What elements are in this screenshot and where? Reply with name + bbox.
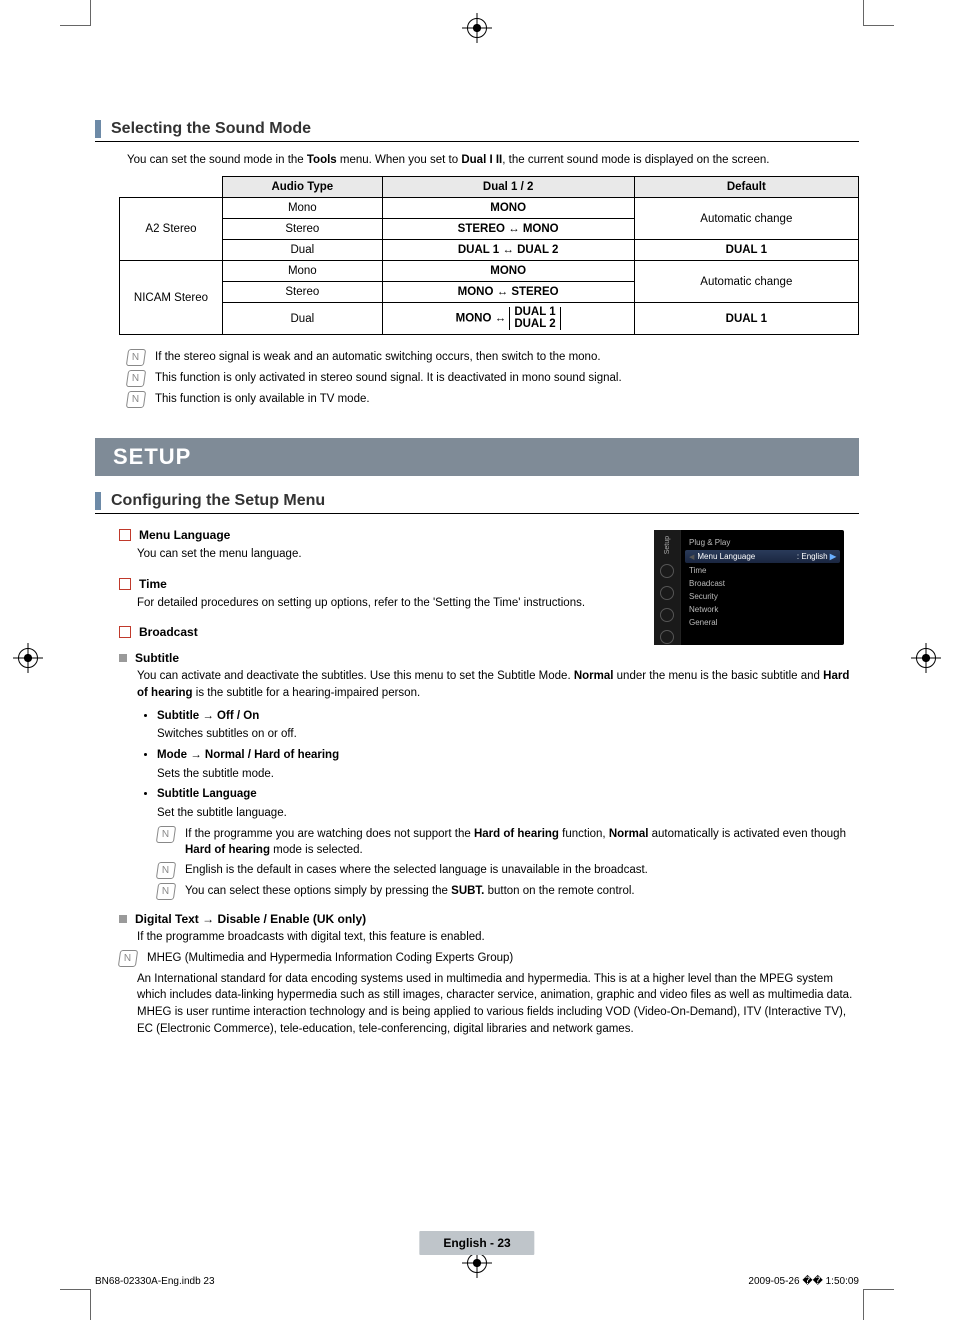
- heading-text: Configuring the Setup Menu: [111, 492, 325, 510]
- note-body: An International standard for data encod…: [137, 971, 859, 1038]
- note-line: N This function is only activated in ste…: [127, 370, 859, 387]
- heading-text: Selecting the Sound Mode: [111, 120, 311, 138]
- osd-side-icon: [660, 586, 674, 600]
- heading-bar-icon: [95, 492, 101, 510]
- item-desc: You can activate and deactivate the subt…: [137, 668, 859, 701]
- item-heading: Digital Text → Disable / Enable (UK only…: [119, 912, 859, 926]
- table-row: A2 Stereo Mono MONO Automatic change: [120, 198, 859, 219]
- note-line: N If the stereo signal is weak and an au…: [127, 349, 859, 366]
- section-heading: Selecting the Sound Mode: [95, 120, 859, 142]
- osd-side-icon: [660, 608, 674, 622]
- square-bullet-icon: [119, 626, 131, 638]
- note-icon: N: [156, 862, 176, 879]
- item-desc: If the programme broadcasts with digital…: [137, 929, 859, 946]
- note-line: N You can select these options simply by…: [157, 883, 859, 900]
- osd-side-icon: [660, 564, 674, 578]
- square-bullet-icon: [119, 529, 131, 541]
- footer-filename: BN68-02330A-Eng.indb 23: [95, 1276, 215, 1287]
- page-number: English - 23: [419, 1231, 534, 1255]
- section-heading: Configuring the Setup Menu: [95, 492, 859, 514]
- list-item: Subtitle → Off / On Switches subtitles o…: [157, 708, 859, 743]
- grey-square-icon: [119, 654, 127, 662]
- osd-row: General: [689, 616, 836, 629]
- note-line: N MHEG (Multimedia and Hypermedia Inform…: [119, 950, 859, 967]
- osd-side-icon: [660, 630, 674, 644]
- sound-mode-table: Audio Type Dual 1 / 2 Default A2 Stereo …: [119, 176, 859, 335]
- bullet-list: Subtitle → Off / On Switches subtitles o…: [157, 708, 859, 900]
- registration-mark-icon: [18, 648, 38, 668]
- crop-mark-icon: [863, 0, 894, 26]
- note-icon: N: [126, 349, 146, 366]
- table-row: NICAM Stereo Mono MONO Automatic change: [120, 261, 859, 282]
- table-header: Dual 1 / 2: [382, 177, 634, 198]
- osd-row: Time: [689, 564, 836, 577]
- note-icon: N: [126, 391, 146, 408]
- chapter-banner: SETUP: [95, 438, 859, 476]
- section-intro: You can set the sound mode in the Tools …: [127, 152, 859, 168]
- note-icon: N: [126, 370, 146, 387]
- grey-square-icon: [119, 915, 127, 923]
- table-header: Default: [634, 177, 858, 198]
- registration-mark-icon: [916, 648, 936, 668]
- osd-preview: Setup Plug & Play ◀Menu Language : Engli…: [654, 530, 844, 645]
- table-row: Dual DUAL 1 ↔ DUAL 2 DUAL 1: [120, 240, 859, 261]
- table-row: Dual MONO ↔ DUAL 1DUAL 2 DUAL 1: [120, 303, 859, 335]
- note-line: N If the programme you are watching does…: [157, 826, 859, 858]
- crop-mark-icon: [863, 1289, 894, 1320]
- registration-mark-icon: [467, 18, 487, 38]
- note-line: N This function is only available in TV …: [127, 391, 859, 408]
- footer-timestamp: 2009-05-26 �� 1:50:09: [748, 1276, 859, 1287]
- osd-row: Plug & Play: [689, 536, 836, 549]
- square-bullet-icon: [119, 578, 131, 590]
- note-icon: N: [118, 950, 138, 967]
- registration-mark-icon: [467, 1253, 487, 1273]
- list-item: Subtitle Language Set the subtitle langu…: [157, 786, 859, 900]
- note-icon: N: [156, 826, 176, 843]
- section-notes: N If the stereo signal is weak and an au…: [127, 349, 859, 408]
- heading-bar-icon: [95, 120, 101, 138]
- crop-mark-icon: [60, 1289, 91, 1320]
- note-icon: N: [156, 883, 176, 900]
- list-item: Mode → Normal / Hard of hearing Sets the…: [157, 747, 859, 782]
- item-heading: Subtitle: [119, 651, 859, 665]
- osd-row: Broadcast: [689, 577, 836, 590]
- osd-row: Security: [689, 590, 836, 603]
- osd-side-label: Setup: [664, 536, 671, 554]
- table-header: Audio Type: [223, 177, 383, 198]
- crop-mark-icon: [60, 0, 91, 26]
- osd-row-selected: ◀Menu Language : English ▶: [685, 550, 840, 563]
- osd-row: Network: [689, 603, 836, 616]
- note-line: N English is the default in cases where …: [157, 862, 859, 879]
